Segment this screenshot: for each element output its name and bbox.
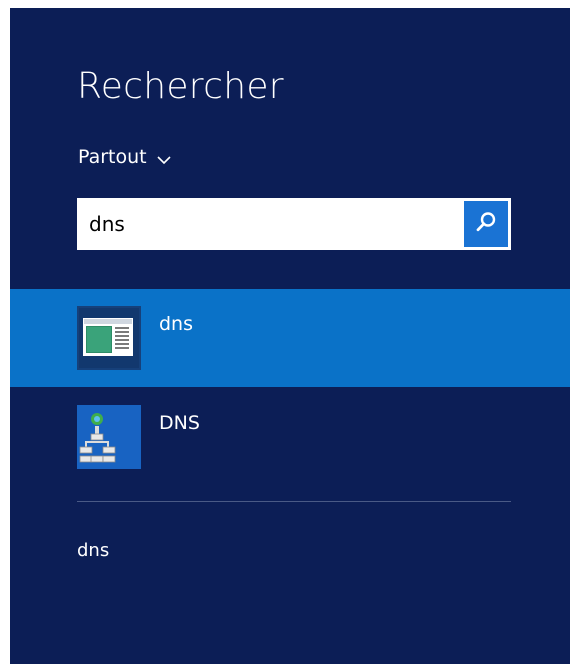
search-box [77,198,511,250]
search-result-dns-manager[interactable]: DNS [10,388,570,486]
search-icon [475,211,497,237]
search-suggestion[interactable]: dns [77,540,109,561]
search-input[interactable] [89,212,459,236]
search-scope-dropdown[interactable]: Partout [78,146,171,168]
dns-manager-icon [77,405,141,469]
pane-title: Rechercher [77,66,284,107]
divider [77,501,511,502]
search-button[interactable] [464,201,508,247]
scope-label: Partout [78,146,147,168]
search-result-dns-file[interactable]: dns [10,289,570,387]
search-charm-panel: Rechercher Partout dns dns DNS dns [10,8,570,664]
result-label: dns [159,313,194,335]
result-label: DNS [159,412,200,434]
dns-file-icon [77,306,141,370]
chevron-down-icon [157,150,171,165]
